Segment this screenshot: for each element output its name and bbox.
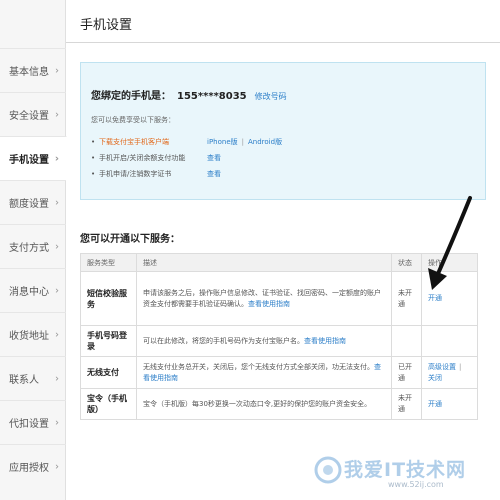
- sidebar-item-label: 额度设置: [9, 199, 49, 210]
- table-row: 短信校验服务 申请该服务之后，操作账户信息修改、证书验证、找回密码、一定额度的账…: [80, 271, 478, 326]
- column-header-type: 服务类型: [80, 253, 137, 272]
- sidebar: 基本信息 › 安全设置 › 手机设置 › 额度设置 › 支付方式 › 消息中心 …: [0, 0, 67, 500]
- watermark-text: 我爱IT技术网: [344, 459, 467, 481]
- service-desc: 无线支付业务总开关，关闭后，您个无线支付方式全部关闭，功无法支付。查看使用指南: [136, 356, 392, 389]
- sidebar-item-security[interactable]: 安全设置 ›: [0, 92, 66, 136]
- sidebar-item-label: 收货地址: [9, 331, 49, 342]
- sidebar-item-label: 基本信息: [9, 67, 49, 78]
- sidebar-item-label: 消息中心: [9, 287, 49, 298]
- enable-sms-button[interactable]: 开通: [428, 294, 442, 302]
- sidebar-item-label: 联系人: [9, 375, 39, 386]
- view-certificate-link[interactable]: 查看: [207, 169, 221, 179]
- service-item-download-client: • 下载支付宝手机客户端: [91, 138, 169, 146]
- service-ops: 开通: [421, 271, 478, 326]
- chevron-right-icon: ›: [55, 109, 59, 120]
- service-ops: [421, 325, 478, 357]
- bound-phone-number: 155****8035: [177, 91, 247, 102]
- service-name: 宝令（手机版）: [80, 388, 137, 420]
- sidebar-item-label: 安全设置: [9, 111, 49, 122]
- column-header-ops: 操作: [421, 253, 478, 272]
- chevron-right-icon: ›: [55, 241, 59, 252]
- services-table: 服务类型 描述 状态 操作 短信校验服务 申请该服务之后，操作账户信息修改、证书…: [80, 253, 478, 420]
- sidebar-item-basic-info[interactable]: 基本信息 ›: [0, 48, 66, 92]
- service-ops: 高级设置 |关闭: [421, 356, 478, 389]
- table-row: 手机号码登录 可以在此修改，将您的手机号码作为支付宝账户名。查看使用指南: [80, 325, 478, 357]
- sidebar-item-withholding[interactable]: 代扣设置 ›: [0, 400, 66, 444]
- view-balance-payment-link[interactable]: 查看: [207, 153, 221, 163]
- bound-phone-line: 您绑定的手机是： 155****8035 修改号码: [91, 87, 287, 102]
- watermark-url: www.52ij.com: [388, 480, 444, 489]
- column-header-status: 状态: [391, 253, 422, 272]
- service-name: 短信校验服务: [80, 271, 137, 326]
- modify-phone-link[interactable]: 修改号码: [255, 92, 287, 101]
- sidebar-item-quota[interactable]: 额度设置 ›: [0, 180, 66, 224]
- sidebar-item-payment[interactable]: 支付方式 ›: [0, 224, 66, 268]
- service-status: 已开通: [391, 356, 422, 389]
- service-desc: 申请该服务之后，操作账户信息修改、证书验证、找回密码、一定额度的账户资金支付都需…: [136, 271, 392, 326]
- open-services-heading: 您可以开通以下服务：: [80, 234, 180, 245]
- table-row: 宝令（手机版） 宝令（手机版）每30秒更换一次动态口令,更好的保护您的账户资金安…: [80, 388, 478, 420]
- sidebar-item-label: 手机设置: [9, 155, 49, 166]
- chevron-right-icon: ›: [55, 65, 59, 76]
- android-version-link[interactable]: Android版: [248, 138, 282, 146]
- sidebar-item-phone[interactable]: 手机设置 ›: [0, 136, 67, 180]
- table-row: 无线支付 无线支付业务总开关，关闭后，您个无线支付方式全部关闭，功无法支付。查看…: [80, 356, 478, 389]
- service-item-label: 下载支付宝手机客户端: [99, 138, 169, 146]
- bound-phone-label: 您绑定的手机是：: [91, 91, 171, 102]
- service-item-label: 手机申请/注销数字证书: [99, 170, 172, 178]
- usage-guide-link[interactable]: 查看使用指南: [304, 337, 346, 345]
- sidebar-item-contacts[interactable]: 联系人 ›: [0, 356, 66, 400]
- chevron-right-icon: ›: [55, 417, 59, 428]
- sidebar-item-address[interactable]: 收货地址 ›: [0, 312, 66, 356]
- sidebar-item-label: 应用授权: [9, 463, 49, 474]
- advanced-settings-link[interactable]: 高级设置: [428, 363, 456, 371]
- chevron-right-icon: ›: [55, 329, 59, 340]
- title-divider: [66, 42, 500, 43]
- chevron-right-icon: ›: [55, 461, 59, 472]
- service-status: 未开通: [391, 271, 422, 326]
- page-title: 手机设置: [80, 18, 133, 33]
- chevron-right-icon: ›: [55, 197, 59, 208]
- service-ops: 开通: [421, 388, 478, 420]
- column-header-desc: 描述: [136, 253, 392, 272]
- main-content: 手机设置 您绑定的手机是： 155****8035 修改号码 您可以免费享受以下服务…: [66, 0, 500, 500]
- service-status: 未开通: [391, 388, 422, 420]
- iphone-version-link[interactable]: iPhone版: [207, 138, 238, 146]
- table-header-row: 服务类型 描述 状态 操作: [80, 253, 478, 272]
- service-links-download: iPhone版 | Android版: [207, 138, 283, 146]
- watermark-logo-icon: [314, 456, 342, 484]
- chevron-right-icon: ›: [54, 153, 59, 164]
- service-item-certificate: • 手机申请/注销数字证书: [91, 170, 172, 178]
- chevron-right-icon: ›: [55, 285, 59, 296]
- service-status: [391, 325, 422, 357]
- phone-info-box: 您绑定的手机是： 155****8035 修改号码 您可以免费享受以下服务： • 下载…: [80, 62, 486, 200]
- free-services-intro: 您可以免费享受以下服务：: [91, 116, 175, 124]
- watermark: 我爱IT技术网 www.52ij.com: [300, 452, 500, 496]
- chevron-right-icon: ›: [55, 373, 59, 384]
- service-desc: 宝令（手机版）每30秒更换一次动态口令,更好的保护您的账户资金安全。: [136, 388, 392, 420]
- service-desc: 可以在此修改，将您的手机号码作为支付宝账户名。查看使用指南: [136, 325, 392, 357]
- service-name: 无线支付: [80, 356, 137, 389]
- sidebar-item-messages[interactable]: 消息中心 ›: [0, 268, 66, 312]
- service-item-label: 手机开启/关闭余额支付功能: [99, 154, 186, 162]
- sidebar-item-app-auth[interactable]: 应用授权 ›: [0, 444, 66, 488]
- disable-wireless-link[interactable]: 关闭: [428, 374, 442, 382]
- service-name: 手机号码登录: [80, 325, 137, 357]
- service-item-balance-payment: • 手机开启/关闭余额支付功能: [91, 154, 186, 162]
- usage-guide-link[interactable]: 查看使用指南: [248, 300, 290, 308]
- enable-token-button[interactable]: 开通: [428, 400, 442, 408]
- sidebar-item-label: 代扣设置: [9, 419, 49, 430]
- sidebar-item-label: 支付方式: [9, 243, 49, 254]
